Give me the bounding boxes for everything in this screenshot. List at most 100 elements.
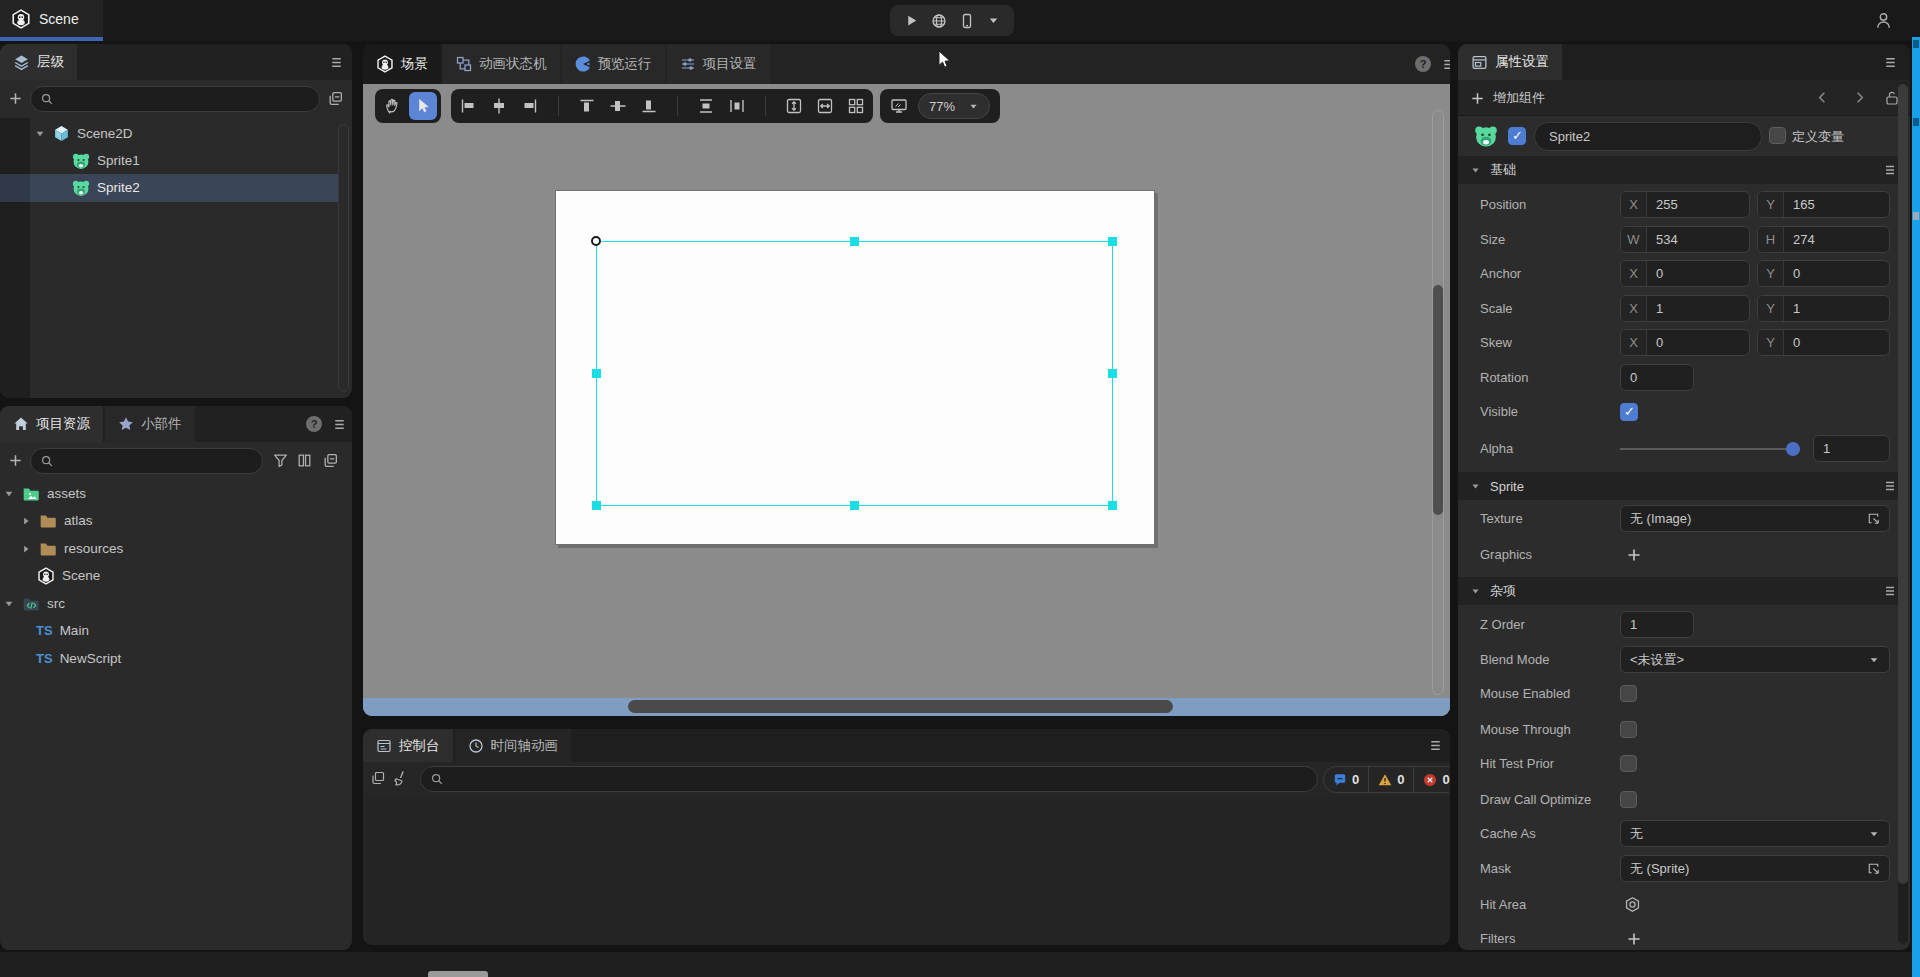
screen-adapt-icon[interactable]: [890, 97, 908, 115]
add-filter-button[interactable]: [1626, 931, 1642, 947]
horizontal-scrollbar-thumb[interactable]: [628, 700, 1173, 713]
hierarchy-search-input[interactable]: [30, 86, 320, 112]
tree-item-assets[interactable]: assets: [0, 480, 338, 507]
section-header-misc[interactable]: 杂项: [1458, 577, 1898, 605]
user-account-icon[interactable]: [1874, 11, 1893, 30]
reference-picker-icon[interactable]: [1866, 861, 1881, 876]
anchor-y-field[interactable]: Y0: [1757, 260, 1890, 287]
tree-item-scene-file[interactable]: Scene: [0, 562, 338, 589]
blend-mode-dropdown[interactable]: <未设置>: [1620, 646, 1890, 673]
tree-item-sprite1[interactable]: Sprite1: [0, 147, 338, 174]
properties-scrollbar-thumb[interactable]: [1898, 84, 1908, 884]
align-left-button[interactable]: [459, 97, 477, 115]
scale-x-field[interactable]: X1: [1620, 295, 1750, 322]
select-tool-button[interactable]: [409, 92, 437, 120]
skew-x-field[interactable]: X0: [1620, 329, 1750, 356]
align-center-horizontal-button[interactable]: [490, 97, 508, 115]
clear-console-icon[interactable]: [392, 770, 409, 787]
log-count-filter[interactable]: 0: [1324, 767, 1368, 792]
tab-widgets[interactable]: 小部件: [105, 406, 195, 442]
properties-menu-icon[interactable]: [1882, 54, 1899, 71]
zorder-field[interactable]: 1: [1620, 611, 1694, 638]
texture-field[interactable]: 无 (Image): [1620, 505, 1890, 532]
tab-project-settings[interactable]: 项目设置: [667, 44, 770, 84]
warning-count-filter[interactable]: 0: [1368, 767, 1413, 792]
selection-handle-bottom-mid[interactable]: [850, 501, 859, 510]
distribute-vertical-button[interactable]: [697, 97, 715, 115]
alpha-field[interactable]: 1: [1813, 435, 1890, 462]
tab-scene[interactable]: 场景: [363, 44, 441, 84]
mask-field[interactable]: 无 (Sprite): [1620, 855, 1890, 882]
selection-handle-top-right[interactable]: [1108, 237, 1117, 246]
tab-console[interactable]: 控制台: [363, 729, 453, 762]
project-menu-icon[interactable]: [331, 416, 348, 433]
tab-timeline-animation[interactable]: 时间轴动画: [455, 729, 572, 762]
rotation-field[interactable]: 0: [1620, 364, 1694, 391]
define-variable-checkbox[interactable]: [1769, 127, 1786, 144]
scene-help-icon[interactable]: ?: [1415, 56, 1431, 72]
stretch-vertical-button[interactable]: [785, 97, 803, 115]
hand-tool-button[interactable]: [379, 92, 407, 120]
tree-item-resources[interactable]: resources: [0, 535, 338, 562]
copy-log-icon[interactable]: [370, 770, 386, 786]
vertical-scrollbar-thumb[interactable]: [1433, 285, 1443, 515]
anchor-x-field[interactable]: X0: [1620, 260, 1750, 287]
stretch-horizontal-button[interactable]: [816, 97, 834, 115]
history-forward-icon[interactable]: [1852, 90, 1867, 105]
console-search-input[interactable]: [420, 766, 1318, 792]
web-preview-button[interactable]: [931, 13, 947, 29]
draw-call-optimize-checkbox[interactable]: [1620, 791, 1637, 808]
section-menu-icon[interactable]: [1882, 583, 1898, 599]
visible-checkbox[interactable]: [1620, 403, 1638, 421]
section-menu-icon[interactable]: [1882, 478, 1898, 494]
alpha-slider-thumb[interactable]: [1786, 442, 1800, 456]
hierarchy-collapse-all-icon[interactable]: [327, 90, 344, 107]
selection-outline[interactable]: [596, 241, 1113, 506]
mouse-through-checkbox[interactable]: [1620, 721, 1637, 738]
selection-handle-top-mid[interactable]: [850, 237, 859, 246]
skew-y-field[interactable]: Y0: [1757, 329, 1890, 356]
node-name-input[interactable]: Sprite2: [1534, 122, 1762, 151]
tab-hierarchy[interactable]: 层级: [0, 44, 77, 80]
tree-item-sprite2[interactable]: Sprite2: [0, 174, 338, 201]
expand-caret-icon[interactable]: [3, 488, 15, 500]
columns-view-icon[interactable]: [296, 452, 313, 469]
help-icon[interactable]: ?: [306, 416, 322, 432]
tree-item-main[interactable]: TS Main: [0, 617, 338, 644]
mouse-enabled-checkbox[interactable]: [1620, 685, 1637, 702]
tab-properties[interactable]: 属性设置: [1458, 44, 1562, 80]
tab-preview-run[interactable]: 预览运行: [562, 44, 665, 84]
selection-handle-bottom-right[interactable]: [1108, 501, 1117, 510]
cache-as-dropdown[interactable]: 无: [1620, 820, 1890, 847]
tab-animation-state-machine[interactable]: 动画状态机: [443, 44, 560, 84]
history-back-icon[interactable]: [1815, 90, 1830, 105]
tree-item-atlas[interactable]: atlas: [0, 507, 338, 534]
position-y-field[interactable]: Y165: [1757, 191, 1890, 218]
collapsed-caret-icon[interactable]: [20, 515, 32, 527]
selection-handle-bottom-left[interactable]: [592, 501, 601, 510]
position-x-field[interactable]: X255: [1620, 191, 1750, 218]
scale-y-field[interactable]: Y1: [1757, 295, 1890, 322]
collapse-all-icon[interactable]: [322, 452, 339, 469]
hierarchy-scrollbar-track[interactable]: [338, 124, 349, 392]
add-component-button[interactable]: 增加组件: [1470, 80, 1545, 116]
project-search-input[interactable]: [30, 448, 263, 474]
mobile-preview-button[interactable]: [959, 13, 975, 29]
scene-viewport[interactable]: 77%: [363, 84, 1450, 716]
align-bottom-button[interactable]: [640, 97, 658, 115]
play-options-dropdown[interactable]: [987, 14, 1000, 27]
reference-picker-icon[interactable]: [1866, 511, 1881, 526]
size-h-field[interactable]: H274: [1757, 226, 1890, 253]
hit-test-prior-checkbox[interactable]: [1620, 755, 1637, 772]
tree-item-scene2d[interactable]: Scene2D: [0, 120, 338, 147]
console-menu-icon[interactable]: [1427, 737, 1444, 754]
section-menu-icon[interactable]: [1882, 162, 1898, 178]
align-middle-vertical-button[interactable]: [609, 97, 627, 115]
zoom-level-dropdown[interactable]: 77%: [918, 93, 990, 119]
distribute-horizontal-button[interactable]: [728, 97, 746, 115]
tab-project-resources[interactable]: 项目资源: [0, 406, 103, 442]
scene-menu-icon[interactable]: [1440, 56, 1450, 73]
selection-handle-right-mid[interactable]: [1108, 369, 1117, 378]
align-right-button[interactable]: [521, 97, 539, 115]
tree-item-newscript[interactable]: TS NewScript: [0, 645, 338, 672]
